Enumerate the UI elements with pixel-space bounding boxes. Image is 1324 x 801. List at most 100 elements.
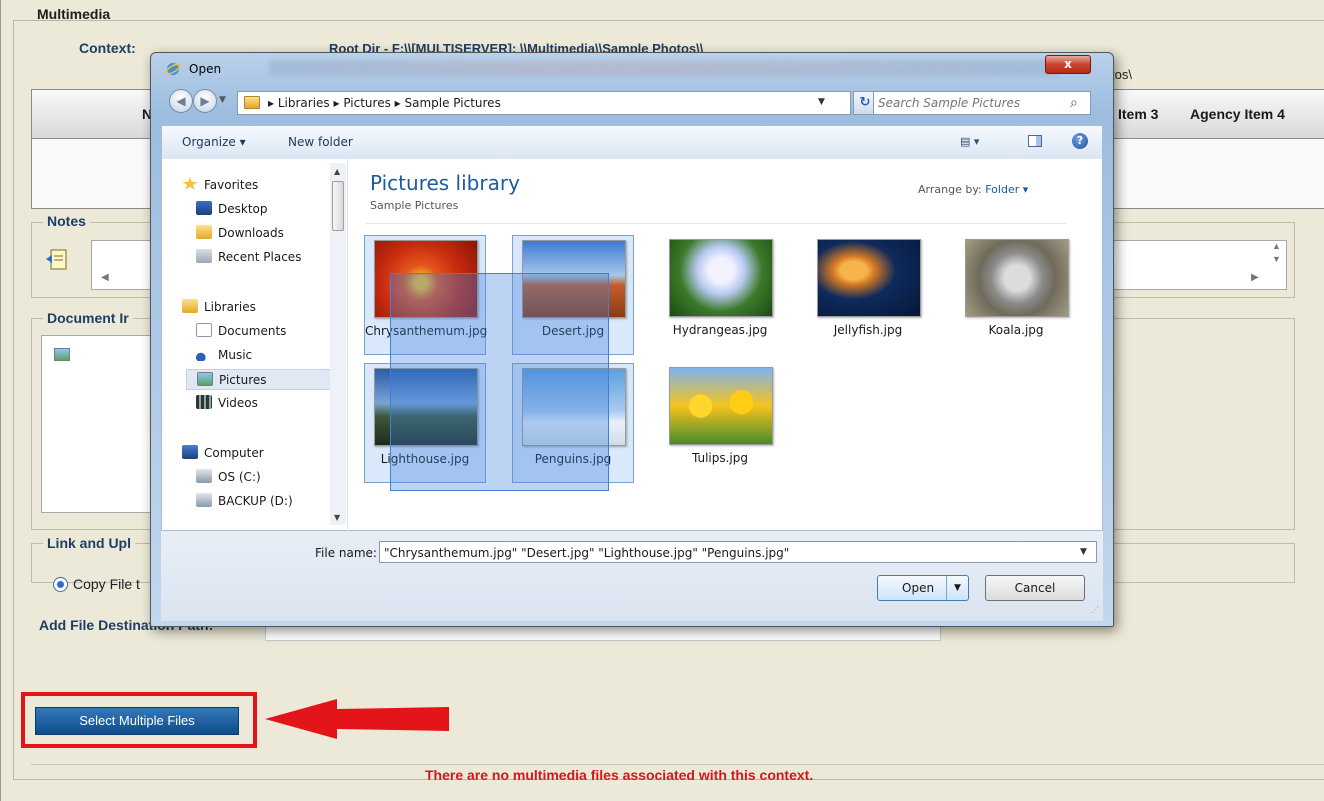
thumbnail-image <box>669 239 773 317</box>
library-subtitle: Sample Pictures <box>370 199 459 212</box>
nav-pictures-label: Pictures <box>219 373 267 387</box>
recent-places-icon <box>196 249 212 263</box>
file-name: Tulips.jpg <box>691 451 749 465</box>
drive-icon <box>196 493 212 507</box>
nav-favorites[interactable]: Favorites <box>182 177 258 192</box>
notes-title: Notes <box>43 213 90 229</box>
nav-desktop[interactable]: Desktop <box>196 201 268 216</box>
file-thumb-jellyfish[interactable]: Jellyfish.jpg <box>808 235 930 355</box>
computer-icon <box>182 445 198 459</box>
desktop-icon <box>196 201 212 215</box>
notes-icon[interactable] <box>44 247 70 273</box>
file-name-dropdown-icon[interactable]: ▼ <box>1080 547 1087 557</box>
search-box[interactable]: ⌕ <box>873 91 1091 115</box>
organize-button[interactable]: Organize ▾ <box>182 135 246 149</box>
folder-icon <box>244 96 260 109</box>
drag-selection-rectangle <box>390 273 609 491</box>
library-title: Pictures library <box>370 171 520 195</box>
notes-scroll-arrows[interactable]: ▲ ▼ <box>1266 240 1287 266</box>
document-title: Document Ir <box>43 310 133 326</box>
nav-downloads[interactable]: Downloads <box>196 225 284 240</box>
blurred-background-titles <box>269 60 1059 76</box>
nav-backup-d[interactable]: BACKUP (D:) <box>196 493 293 508</box>
nav-recent-places-label: Recent Places <box>218 250 302 264</box>
dialog-body: Favorites Desktop Downloads Recent Place… <box>161 159 1103 531</box>
open-file-dialog: Open x ◀ ▶ ▼ ▸ Libraries ▸ Pictures ▸ Sa… <box>150 52 1114 627</box>
videos-icon <box>196 395 212 409</box>
select-multiple-files-button[interactable]: Select Multiple Files <box>35 707 239 735</box>
nav-os-c[interactable]: OS (C:) <box>196 469 261 484</box>
nav-backup-d-label: BACKUP (D:) <box>218 494 293 508</box>
nav-os-c-label: OS (C:) <box>218 470 261 484</box>
downloads-icon <box>196 225 212 239</box>
file-name: Hydrangeas.jpg <box>672 323 768 337</box>
dialog-titlebar[interactable]: Open x <box>151 53 1113 83</box>
file-thumb-koala[interactable]: Koala.jpg <box>956 235 1078 355</box>
nav-documents-label: Documents <box>218 324 287 338</box>
nav-scroll-thumb[interactable] <box>332 181 344 231</box>
open-options-dropdown-icon[interactable]: ▼ <box>946 576 968 600</box>
cancel-button[interactable]: Cancel <box>985 575 1085 601</box>
arrange-value[interactable]: Folder ▾ <box>985 183 1028 196</box>
forward-arrow-icon[interactable]: ▶ <box>193 89 217 113</box>
nav-computer[interactable]: Computer <box>182 445 264 460</box>
nav-videos-label: Videos <box>218 396 258 410</box>
link-upload-title: Link and Upl <box>43 535 135 551</box>
nav-music[interactable]: Music <box>196 347 252 362</box>
file-thumb-tulips[interactable]: Tulips.jpg <box>660 363 782 483</box>
scroll-down-icon[interactable]: ▼ <box>334 513 340 522</box>
nav-music-label: Music <box>218 348 253 362</box>
ie-icon <box>165 63 181 75</box>
scroll-right-icon[interactable]: ▶ <box>1251 272 1259 283</box>
footer-divider <box>31 764 1324 765</box>
file-name-input[interactable] <box>384 544 1064 561</box>
star-icon <box>182 177 198 190</box>
scroll-up-icon[interactable]: ▲ <box>334 167 340 176</box>
copy-file-label: Copy File t <box>73 576 140 592</box>
resize-grip-icon[interactable]: ⋰ <box>1091 605 1099 614</box>
file-thumb-hydrangeas[interactable]: Hydrangeas.jpg <box>660 235 782 355</box>
nav-computer-label: Computer <box>204 446 264 460</box>
nav-libraries-label: Libraries <box>204 300 256 314</box>
thumbnail-image <box>817 239 921 317</box>
arrange-by[interactable]: Arrange by: Folder ▾ <box>918 183 1028 196</box>
grid-column-agency-item-4[interactable]: Agency Item 4 <box>1190 106 1285 122</box>
pictures-icon <box>197 372 213 386</box>
new-folder-button[interactable]: New folder <box>288 135 353 149</box>
back-arrow-icon[interactable]: ◀ <box>169 89 193 113</box>
preview-pane-icon[interactable] <box>1028 135 1042 147</box>
help-icon[interactable]: ? <box>1072 133 1088 149</box>
dialog-title: Open <box>189 62 222 76</box>
grid-column-item-3[interactable]: Item 3 <box>1118 106 1158 122</box>
context-label: Context: <box>79 40 136 56</box>
breadcrumb[interactable]: ▸ Libraries ▸ Pictures ▸ Sample Pictures <box>268 96 501 110</box>
file-name-label: File name: <box>315 546 377 560</box>
nav-videos[interactable]: Videos <box>196 395 258 410</box>
nav-libraries[interactable]: Libraries <box>182 299 256 314</box>
thumbnail-image <box>669 367 773 445</box>
nav-recent-places[interactable]: Recent Places <box>196 249 301 264</box>
address-bar[interactable]: ▸ Libraries ▸ Pictures ▸ Sample Pictures… <box>237 91 851 115</box>
open-button[interactable]: Open ▼ <box>877 575 969 601</box>
nav-favorites-label: Favorites <box>204 178 259 192</box>
nav-desktop-label: Desktop <box>218 202 268 216</box>
copy-file-radio[interactable] <box>53 577 68 592</box>
nav-pictures[interactable]: Pictures <box>186 369 336 390</box>
file-name-combobox[interactable]: ▼ <box>379 541 1097 563</box>
nav-scrollbar[interactable]: ▲ ▼ <box>330 163 346 525</box>
history-dropdown-icon[interactable]: ▼ <box>219 95 226 105</box>
close-button[interactable]: x <box>1045 55 1091 74</box>
change-view-icon[interactable]: ▤ ▾ <box>960 135 979 148</box>
section-title-multimedia: Multimedia <box>37 6 111 22</box>
thumbnail-image <box>965 239 1069 317</box>
drive-icon <box>196 469 212 483</box>
address-dropdown-icon[interactable]: ▼ <box>818 97 825 107</box>
dialog-toolbar: Organize ▾ New folder ▤ ▾ ? <box>161 125 1103 159</box>
context-path-tail: tos\ <box>1111 67 1132 82</box>
search-icon[interactable]: ⌕ <box>1070 95 1078 111</box>
red-arrow-icon <box>265 699 449 739</box>
scroll-left-icon[interactable]: ◀ <box>101 272 109 283</box>
nav-documents[interactable]: Documents <box>196 323 286 338</box>
navigation-pane: Favorites Desktop Downloads Recent Place… <box>162 159 348 531</box>
search-input[interactable] <box>878 94 1058 112</box>
